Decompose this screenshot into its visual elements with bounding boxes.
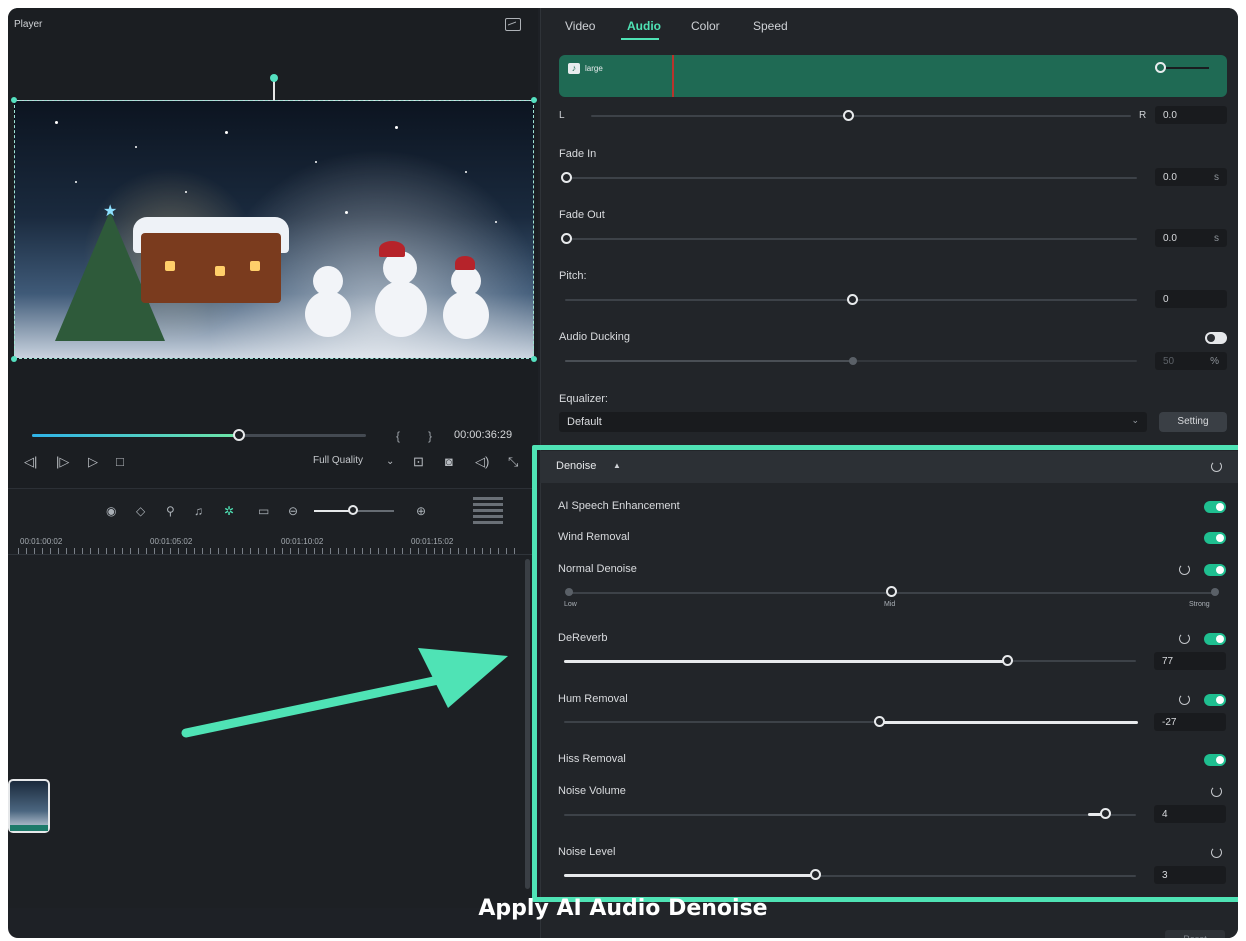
fade-in-knob[interactable] xyxy=(561,172,572,183)
reset-button[interactable]: Reset xyxy=(1165,930,1225,938)
player-panel: Player ★ {} 00:00:36:29 ◁| |▷ ▷ □ Full … xyxy=(8,8,538,488)
pitch-label: Pitch: xyxy=(559,270,587,282)
display-icon[interactable]: ⊡ xyxy=(413,454,424,470)
ducking-knob[interactable] xyxy=(849,357,857,365)
ducking-value: 50 xyxy=(1163,356,1175,367)
active-tab-indicator xyxy=(621,38,659,40)
microphone-icon[interactable]: ⚲ xyxy=(166,504,175,518)
tab-speed[interactable]: Speed xyxy=(753,19,788,33)
chevron-down-icon: ⌄ xyxy=(1131,415,1139,425)
play-icon[interactable]: ▷ xyxy=(88,454,98,470)
audio-ducking-toggle[interactable] xyxy=(1205,332,1227,344)
denoise-highlight-frame xyxy=(532,445,1238,902)
timeline-zoom-knob[interactable] xyxy=(348,505,358,515)
next-frame-icon[interactable]: |▷ xyxy=(56,454,69,470)
pitch-value[interactable]: 0 xyxy=(1155,290,1227,308)
chevron-down-icon[interactable]: ⌄ xyxy=(386,456,394,467)
music-icon: ♪ xyxy=(568,63,580,74)
fade-in-slider[interactable] xyxy=(565,177,1137,179)
zoom-in-icon[interactable]: ⊕ xyxy=(416,504,426,518)
balance-slider[interactable] xyxy=(591,115,1131,117)
tab-audio[interactable]: Audio xyxy=(627,19,661,33)
equalizer-label: Equalizer: xyxy=(559,393,608,405)
fade-out-label: Fade Out xyxy=(559,209,605,221)
ducking-unit: % xyxy=(1210,356,1219,367)
fullscreen-icon[interactable]: ⤡ xyxy=(508,454,518,470)
camera-icon[interactable]: ◙ xyxy=(445,454,453,469)
app-window: Player ★ {} 00:00:36:29 ◁| |▷ ▷ □ Full … xyxy=(8,8,1238,938)
tab-color[interactable]: Color xyxy=(691,19,720,33)
rotate-handle[interactable] xyxy=(270,74,278,82)
previous-frame-icon[interactable]: ◁| xyxy=(24,454,37,470)
player-title: Player xyxy=(14,19,43,30)
playhead-knob[interactable] xyxy=(233,429,245,441)
ai-sparkle-icon[interactable]: ✲ xyxy=(224,504,234,518)
fade-out-unit: s xyxy=(1214,233,1219,244)
stop-icon[interactable]: □ xyxy=(116,454,124,469)
tab-video[interactable]: Video xyxy=(565,19,595,33)
caption-text: Apply AI Audio Denoise xyxy=(478,896,768,921)
marker-icon[interactable]: ◇ xyxy=(136,504,145,518)
subtitle-icon[interactable]: ▭ xyxy=(258,504,269,518)
ducking-input[interactable]: 50% xyxy=(1155,352,1227,370)
pitch-knob[interactable] xyxy=(847,294,858,305)
audio-clip-name: large xyxy=(585,64,603,73)
fade-in-label: Fade In xyxy=(559,148,597,160)
ruler-label: 00:01:05:02 xyxy=(150,537,193,546)
render-icon[interactable]: ◉ xyxy=(106,504,116,518)
video-clip-thumbnail[interactable] xyxy=(8,779,50,833)
ruler-label: 00:01:10:02 xyxy=(281,537,324,546)
equalizer-setting-button[interactable]: Setting xyxy=(1159,412,1227,432)
fade-out-slider[interactable] xyxy=(565,238,1137,240)
music-note-icon[interactable]: ♫ xyxy=(194,504,203,518)
mark-in-button[interactable]: { xyxy=(396,429,400,443)
clip-volume-knob[interactable] xyxy=(1155,62,1166,73)
balance-knob[interactable] xyxy=(843,110,854,121)
fade-in-input[interactable]: 0.0 s xyxy=(1155,168,1227,186)
house xyxy=(141,233,281,303)
fade-in-value: 0.0 xyxy=(1163,172,1177,183)
resize-handle-bl[interactable] xyxy=(11,356,17,362)
zoom-out-icon[interactable]: ⊖ xyxy=(288,504,298,518)
resize-handle-tr[interactable] xyxy=(531,97,537,103)
fade-out-value: 0.0 xyxy=(1163,233,1177,244)
timecode: 00:00:36:29 xyxy=(454,429,513,441)
fade-out-knob[interactable] xyxy=(561,233,572,244)
equalizer-select[interactable]: Default ⌄ xyxy=(559,412,1147,432)
mark-out-button[interactable]: } xyxy=(428,429,432,443)
star-icon: ★ xyxy=(103,203,118,220)
snapshot-view-icon[interactable] xyxy=(505,18,521,31)
timeline-ruler[interactable]: 00:01:00:02 00:01:05:02 00:01:10:02 00:0… xyxy=(8,529,533,555)
fade-in-unit: s xyxy=(1214,172,1219,183)
ruler-ticks xyxy=(18,548,518,554)
snowman xyxy=(305,291,351,337)
pointer-arrow-icon xyxy=(181,648,508,738)
resize-handle-br[interactable] xyxy=(531,356,537,362)
balance-left-label: L xyxy=(559,110,565,121)
balance-value[interactable]: 0.0 xyxy=(1155,106,1227,124)
ruler-label: 00:01:15:02 xyxy=(411,537,454,546)
balance-right-label: R xyxy=(1139,110,1147,121)
clip-volume-line[interactable] xyxy=(1159,67,1209,69)
equalizer-value: Default xyxy=(567,416,602,428)
video-preview[interactable]: ★ xyxy=(14,100,534,359)
resize-handle-tl[interactable] xyxy=(11,97,17,103)
timeline-scrollbar[interactable] xyxy=(525,559,530,889)
audio-clip-waveform[interactable]: ♪ large xyxy=(559,55,1227,97)
audio-ducking-label: Audio Ducking xyxy=(559,331,630,343)
ducking-slider-fill xyxy=(565,360,851,362)
ruler-label: 00:01:00:02 xyxy=(20,537,63,546)
quality-select[interactable]: Full Quality xyxy=(313,455,363,466)
layout-grid-icon[interactable] xyxy=(473,497,503,525)
clip-playhead xyxy=(672,55,674,97)
volume-icon[interactable]: ◁) xyxy=(475,454,489,470)
fade-out-input[interactable]: 0.0 s xyxy=(1155,229,1227,247)
playback-progress xyxy=(32,434,239,437)
